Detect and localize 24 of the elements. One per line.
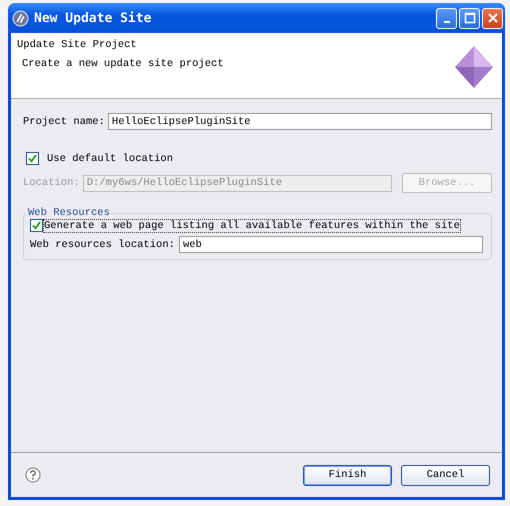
page-description: Create a new update site project [21,58,224,70]
dialog-button[interactable]: Finish [303,464,392,486]
project-name-label: Project name: [23,116,105,128]
window-title: New Update Site [34,10,152,26]
location-label: Location: [23,177,80,189]
maximize-button[interactable] [459,8,480,28]
web-resources-location-label: Web resources location: [30,238,175,250]
page-title: Update Site Project [17,39,138,51]
dialog-button[interactable]: Cancel [401,464,490,486]
generate-web-page-checkbox[interactable]: Generate a web page listing all available features within the site [30,219,483,232]
checkmark-icon [28,154,37,163]
minimize-icon [444,21,450,23]
checkmark-icon [32,221,41,230]
web-resources-location-field[interactable]: web [178,236,483,253]
help-icon[interactable] [25,467,41,483]
app-icon [12,10,29,26]
minimize-button[interactable] [436,8,457,28]
close-icon [486,12,498,24]
project-name-field[interactable]: HelloEclipsePluginSite [108,113,492,130]
use-default-location-checkbox[interactable]: Use default location [26,152,492,165]
diamond-icon [454,45,494,89]
close-button[interactable] [482,8,503,28]
maximize-icon [464,12,476,24]
group-title: Web Resources [27,207,111,219]
